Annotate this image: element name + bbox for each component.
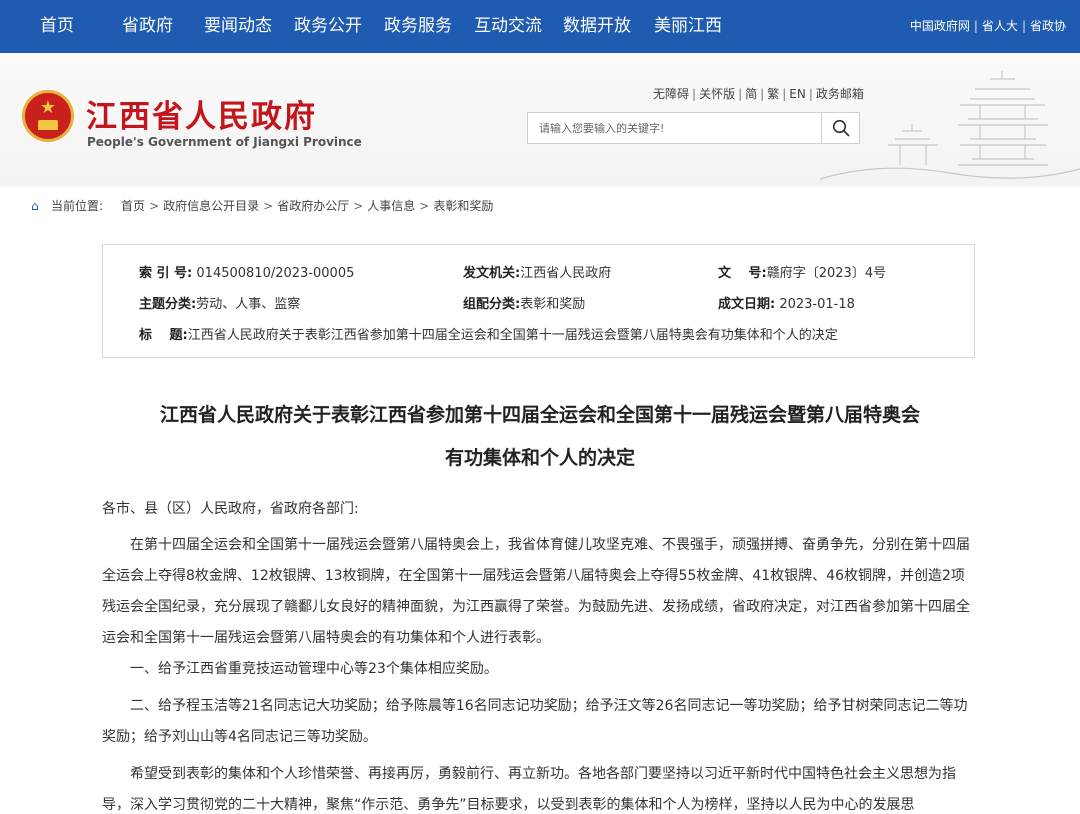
site-header: ★ 江西省人民政府 People's Government of Jiangxi…: [0, 53, 1080, 186]
link-provincial-cppcc[interactable]: 省政协: [1030, 19, 1066, 33]
info-category-value: 表彰和奖励: [520, 297, 586, 312]
info-date-label: 成文日期:: [718, 297, 776, 312]
info-title: 标 题:江西省人民政府关于表彰江西省参加第十四届全运会和全国第十一届残运会暨第八…: [139, 324, 838, 343]
info-topic-value: 劳动、人事、监察: [196, 297, 301, 312]
breadcrumb-item-home[interactable]: 首页: [121, 199, 145, 213]
nav-item-news[interactable]: 要闻动态: [204, 0, 272, 53]
external-links: 中国政府网 | 省人大 | 省政协: [910, 0, 1066, 53]
divider: |: [692, 87, 697, 101]
info-index: 索 引 号: 014500810/2023-00005: [139, 262, 354, 281]
search-input[interactable]: [528, 113, 822, 143]
national-emblem-icon: ★: [22, 90, 74, 142]
article-paragraph: 在第十四届全运会和全国第十一届残运会暨第八届特奥会上，我省体育健儿攻坚克难、不畏…: [102, 537, 970, 646]
chevron-right-icon: >: [263, 199, 274, 213]
nav-item-interaction[interactable]: 互动交流: [474, 0, 542, 53]
info-title-value: 江西省人民政府关于表彰江西省参加第十四届全运会和全国第十一届残运会暨第八届特奥会…: [187, 328, 838, 343]
info-date-value: 2023-01-18: [779, 297, 855, 312]
divider: |: [973, 19, 978, 33]
info-topic: 主题分类:劳动、人事、监察: [139, 293, 300, 312]
nav-item-open-data[interactable]: 数据开放: [563, 0, 631, 53]
info-index-value: 014500810/2023-00005: [196, 266, 355, 281]
info-index-label: 索 引 号:: [139, 266, 193, 281]
home-icon: ⌂: [31, 199, 39, 213]
top-nav-bar: 首页 省政府 要闻动态 政务公开 政务服务 互动交流 数据开放 美丽江西 中国政…: [0, 0, 1080, 53]
nav-item-gov-affairs-disclosure[interactable]: 政务公开: [294, 0, 362, 53]
breadcrumb-item-info-catalog[interactable]: 政府信息公开目录: [163, 199, 259, 213]
article-paragraph: 一、给予江西省重竞技运动管理中心等23个集体相应奖励。: [130, 661, 498, 677]
link-provincial-congress[interactable]: 省人大: [982, 19, 1018, 33]
chevron-right-icon: >: [353, 199, 364, 213]
divider: |: [782, 87, 787, 101]
info-docno-value: 赣府字〔2023〕4号: [766, 266, 887, 281]
article-title-line: 江西省人民政府关于表彰江西省参加第十四届全运会和全国第十一届残运会暨第八届特奥会: [159, 404, 920, 426]
tool-english[interactable]: EN: [789, 87, 806, 101]
breadcrumb: ⌂ 当前位置: 首页 > 政府信息公开目录 > 省政府办公厅 > 人事信息 > 表彰和奖励: [31, 197, 493, 214]
tool-simplified[interactable]: 简: [745, 87, 757, 101]
article-paragraph: 希望受到表彰的集体和个人珍惜荣誉、再接再厉，勇毅前行、再立新功。各地各部门要坚持…: [102, 766, 956, 813]
divider: |: [760, 87, 765, 101]
document-info-box: 索 引 号: 014500810/2023-00005 发文机关:江西省人民政府…: [102, 244, 975, 358]
info-category: 组配分类:表彰和奖励: [463, 293, 585, 312]
site-subtitle: People's Government of Jiangxi Province: [87, 135, 362, 149]
nav-item-home[interactable]: 首页: [40, 0, 74, 53]
nav-item-provincial-government[interactable]: 省政府: [122, 0, 173, 53]
info-category-label: 组配分类:: [463, 297, 521, 312]
pavilion-illustration: [820, 71, 1080, 180]
site-title[interactable]: 江西省人民政府: [86, 91, 317, 136]
info-date: 成文日期: 2023-01-18: [718, 293, 855, 312]
tool-elder-mode[interactable]: 关怀版: [699, 87, 735, 101]
info-issuer: 发文机关:江西省人民政府: [463, 262, 611, 281]
info-issuer-label: 发文机关:: [463, 266, 521, 281]
info-topic-label: 主题分类:: [139, 297, 197, 312]
info-docno-label: 文 号:: [718, 266, 767, 281]
article-paragraph: 二、给予程玉洁等21名同志记大功奖励；给予陈晨等16名同志记功奖励；给予汪文等2…: [102, 698, 968, 745]
tool-accessibility[interactable]: 无障碍: [653, 87, 689, 101]
nav-item-gov-services[interactable]: 政务服务: [384, 0, 452, 53]
article-salutation: 各市、县（区）人民政府，省政府各部门:: [102, 501, 359, 517]
nav-item-beautiful-jiangxi[interactable]: 美丽江西: [654, 0, 722, 53]
divider: |: [808, 87, 813, 101]
search-box: [527, 112, 860, 144]
article-title: 江西省人民政府关于表彰江西省参加第十四届全运会和全国第十一届残运会暨第八届特奥会…: [100, 394, 980, 480]
breadcrumb-item-personnel[interactable]: 人事信息: [367, 199, 415, 213]
link-china-gov[interactable]: 中国政府网: [910, 19, 970, 33]
breadcrumb-item-commendation[interactable]: 表彰和奖励: [433, 199, 493, 213]
breadcrumb-label: 当前位置:: [51, 199, 104, 213]
chevron-right-icon: >: [149, 199, 160, 213]
info-docno: 文 号:赣府字〔2023〕4号: [718, 262, 886, 281]
article-title-line: 有功集体和个人的决定: [444, 447, 635, 469]
info-issuer-value: 江西省人民政府: [520, 266, 612, 281]
divider: |: [738, 87, 743, 101]
chevron-right-icon: >: [419, 199, 430, 213]
divider: |: [1021, 19, 1026, 33]
breadcrumb-item-office[interactable]: 省政府办公厅: [277, 199, 349, 213]
tool-traditional[interactable]: 繁: [767, 87, 779, 101]
info-title-label: 标 题:: [139, 328, 188, 343]
